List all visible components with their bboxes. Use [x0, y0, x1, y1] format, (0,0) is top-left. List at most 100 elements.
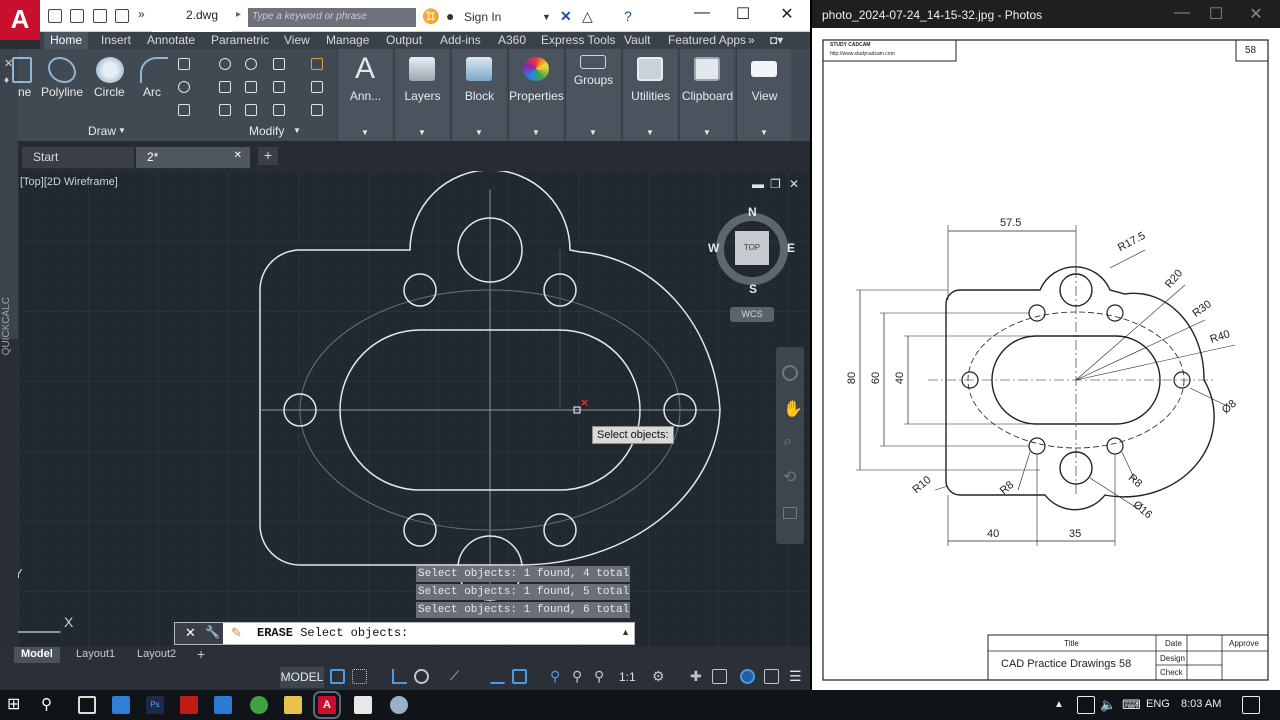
tab-home[interactable]: Home — [44, 32, 89, 49]
help-icon[interactable]: ? — [624, 8, 632, 24]
polar-icon[interactable] — [414, 669, 429, 684]
circle-icon[interactable] — [96, 57, 124, 83]
ribbon-minimize-icon[interactable]: ◘▾ — [770, 33, 783, 47]
clipboard-panel-button[interactable]: Clipboard ▼ — [679, 49, 734, 141]
rectangle-icon[interactable] — [178, 58, 190, 70]
scale-icon[interactable] — [245, 104, 257, 116]
tab-model[interactable]: Model — [14, 647, 60, 663]
compass-east[interactable]: E — [787, 241, 795, 255]
keyboard-icon[interactable]: ⌨ — [1122, 696, 1141, 714]
arc-tool-label[interactable]: Arc — [143, 85, 161, 99]
application-menu-button[interactable]: A — [0, 0, 40, 40]
tab-start[interactable]: Start — [22, 147, 134, 168]
view-panel-button[interactable]: View ▼ — [736, 49, 791, 141]
add-layout-button[interactable]: + — [190, 645, 212, 662]
tab-express-tools[interactable]: Express Tools — [541, 33, 615, 47]
mirror-icon[interactable] — [245, 81, 257, 93]
navigation-bar[interactable]: ✋ ⌕ ⟲ — [776, 347, 804, 544]
ortho-icon[interactable] — [392, 669, 407, 684]
fillet-icon[interactable] — [273, 81, 285, 93]
steering-wheel-icon[interactable] — [782, 365, 798, 381]
annotation-scale-icon[interactable]: ⚲ — [594, 669, 609, 684]
viewcube[interactable]: TOP N S E W — [706, 203, 800, 297]
tab-view[interactable]: View — [284, 33, 310, 47]
compass-north[interactable]: N — [748, 205, 757, 219]
annotation-monitor-icon[interactable]: ✚ — [690, 669, 705, 684]
viewport-restore-icon[interactable]: ❐ — [770, 177, 781, 191]
copy-icon[interactable] — [219, 81, 231, 93]
object-snap-icon[interactable] — [512, 669, 527, 684]
erase-icon[interactable] — [311, 58, 323, 70]
exchange-icon[interactable]: ✕ — [560, 8, 572, 25]
customize-wrench-icon[interactable]: 🔧 — [205, 625, 220, 639]
grid-icon[interactable] — [330, 669, 345, 684]
pdf-reader-icon[interactable] — [180, 696, 198, 714]
input-language[interactable]: ENG — [1146, 698, 1170, 710]
search-icon[interactable]: ⚲ — [41, 696, 59, 714]
units-icon[interactable] — [712, 669, 727, 684]
line-tool-label[interactable]: ne — [18, 85, 31, 99]
tab-manage[interactable]: Manage — [326, 33, 369, 47]
drawing-viewport[interactable]: [Top][2D Wireframe] ▬ ❐ ✕ TOP N S E W WC… — [18, 171, 810, 646]
circle-tool-label[interactable]: Circle — [94, 85, 125, 99]
green-app-icon[interactable] — [250, 696, 268, 714]
tab-output[interactable]: Output — [386, 33, 422, 47]
annotation-scale-value[interactable]: 1:1 — [619, 670, 636, 684]
tab-vault[interactable]: Vault — [624, 33, 650, 47]
pin-palette-icon[interactable]: ♦ — [4, 75, 9, 86]
command-history-arrow-icon[interactable]: ▲ — [621, 627, 630, 637]
model-space-button[interactable]: MODEL — [280, 667, 324, 688]
auto-scale-icon[interactable]: ⚲ — [572, 669, 587, 684]
workspace-gear-icon[interactable]: ⚙ — [652, 669, 667, 684]
region-icon[interactable] — [178, 104, 190, 116]
system-clock[interactable]: 8:03 AM — [1181, 698, 1221, 710]
annotation-panel-button[interactable]: A Ann... ▼ — [337, 49, 392, 141]
file-explorer-icon[interactable] — [284, 696, 302, 714]
open-file-icon[interactable] — [70, 9, 84, 23]
search-input[interactable]: Type a keyword or phrase — [248, 8, 416, 27]
tab-annotate[interactable]: Annotate — [147, 33, 195, 47]
wcs-menu[interactable]: WCS — [730, 307, 774, 322]
layers-panel-button[interactable]: Layers ▼ — [394, 49, 449, 141]
compass-south[interactable]: S — [749, 282, 757, 296]
close-button[interactable]: ✕ — [775, 4, 799, 24]
minimize-button[interactable]: — — [690, 4, 714, 22]
draw-group-title[interactable]: Draw — [88, 124, 116, 138]
sign-in-dropdown-icon[interactable]: ▼ — [542, 12, 551, 22]
hatch-icon[interactable] — [178, 81, 190, 93]
close-command-line-icon[interactable]: ✕ — [185, 625, 196, 641]
array-icon[interactable] — [273, 104, 285, 116]
new-file-icon[interactable] — [48, 9, 62, 23]
tab-insert[interactable]: Insert — [101, 33, 131, 47]
trim-icon[interactable] — [273, 58, 285, 70]
viewport-controls-label[interactable]: [Top][2D Wireframe] — [20, 176, 118, 188]
utilities-panel-button[interactable]: Utilities ▼ — [622, 49, 677, 141]
arc-icon[interactable] — [140, 57, 168, 83]
vscode-icon[interactable] — [214, 696, 232, 714]
tab-drawing-2[interactable]: 2* ✕ — [136, 147, 250, 168]
new-tab-button[interactable]: + — [258, 147, 278, 165]
offset-icon[interactable] — [311, 104, 323, 116]
properties-panel-button[interactable]: Properties ▼ — [508, 49, 564, 141]
customization-menu-icon[interactable]: ☰ — [789, 669, 804, 684]
explode-icon[interactable] — [311, 81, 323, 93]
command-input[interactable]: ERASE Select objects: — [257, 626, 408, 640]
autocad-taskbar-icon[interactable]: A — [313, 691, 341, 719]
showmotion-icon[interactable] — [783, 507, 797, 519]
tab-parametric[interactable]: Parametric — [211, 33, 269, 47]
snap-icon[interactable] — [352, 669, 367, 684]
ribbon-more-icon[interactable]: » — [748, 33, 755, 47]
viewcube-top-face[interactable]: TOP — [735, 231, 769, 265]
start-button-icon[interactable]: ⊞ — [7, 696, 25, 714]
isolate-objects-icon[interactable] — [740, 669, 755, 684]
snipping-tool-icon[interactable] — [390, 696, 408, 714]
task-view-icon[interactable] — [78, 696, 96, 714]
photos-maximize-button[interactable]: ☐ — [1204, 4, 1228, 24]
drawing-canvas[interactable] — [18, 171, 810, 646]
object-snap-tracking-icon[interactable] — [490, 669, 505, 684]
sign-in-button[interactable]: Sign In — [464, 10, 501, 24]
pan-icon[interactable]: ✋ — [783, 399, 803, 419]
tab-featured-apps[interactable]: Featured Apps — [668, 33, 746, 47]
notifications-icon[interactable] — [1242, 696, 1260, 714]
orbit-icon[interactable]: ⟲ — [783, 467, 796, 487]
